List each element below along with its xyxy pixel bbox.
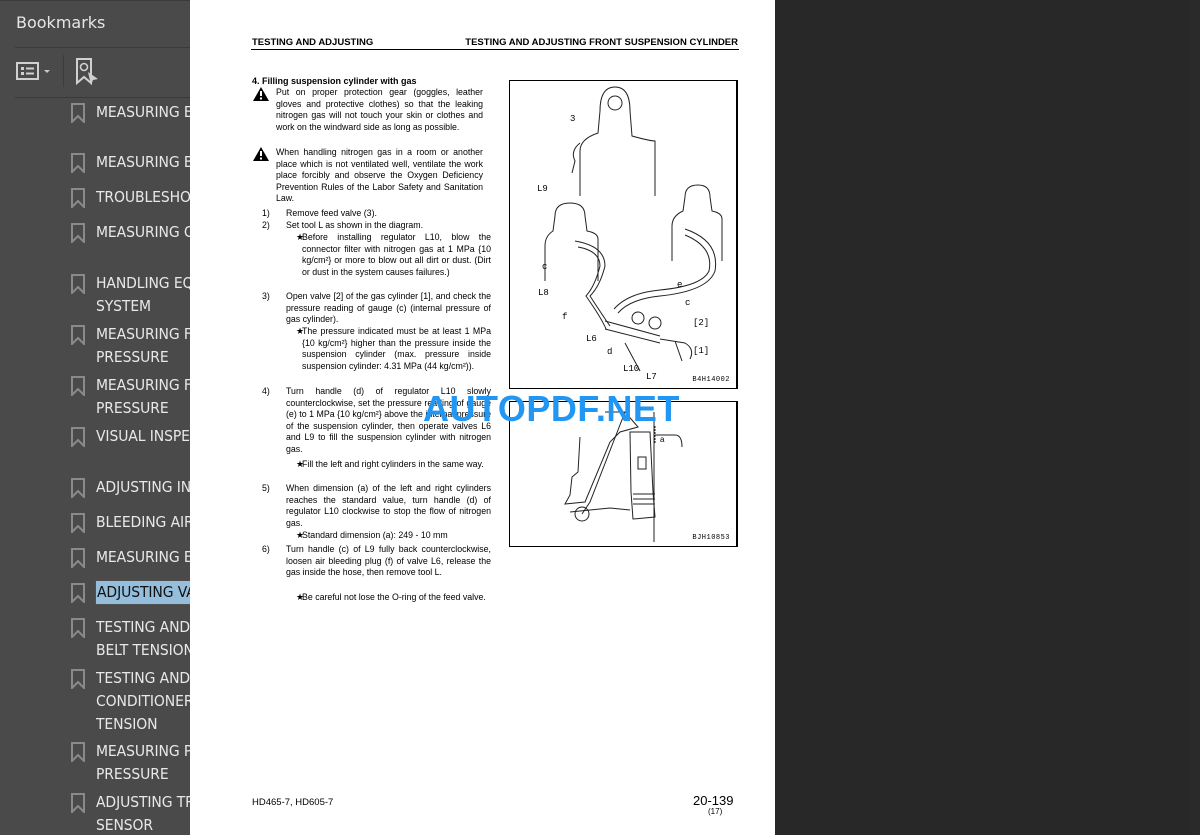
svg-text:c: c: [685, 298, 690, 308]
svg-text:d: d: [607, 347, 612, 357]
model-number: HD465-7, HD605-7: [252, 797, 334, 808]
viewer-edge: [1190, 0, 1200, 835]
svg-text:L10: L10: [623, 364, 639, 374]
svg-text:[2]: [2]: [693, 318, 709, 328]
svg-text:L9: L9: [537, 184, 548, 194]
step-text: Remove feed valve (3).: [286, 208, 377, 218]
step-text: Open valve [2] of the gas cylinder [1], …: [286, 291, 491, 325]
step-text: Standard dimension (a): 249 - 10 mm: [302, 530, 448, 540]
page-sub-number: (17): [708, 807, 723, 816]
bookmark-icon: [70, 223, 86, 245]
bookmark-icon: [70, 669, 86, 691]
panel-title: Bookmarks: [16, 13, 106, 32]
page-header-right: TESTING AND ADJUSTING FRONT SUSPENSION C…: [465, 37, 738, 48]
list-options-icon: [16, 62, 50, 80]
step-number: 3): [262, 291, 270, 301]
step-text: Fill the left and right cylinders in the…: [302, 459, 484, 469]
step-number: 5): [262, 483, 270, 493]
header-rule: [251, 49, 739, 50]
step-text: When dimension (a) of the left and right…: [286, 483, 491, 528]
svg-text:3: 3: [570, 114, 575, 124]
figure-code: BJH10853: [692, 534, 730, 542]
bookmark-icon: [70, 478, 86, 500]
step-text: Set tool L as shown in the diagram.: [286, 220, 424, 230]
warning-text: When handling nitrogen gas in a room or …: [276, 147, 483, 204]
warning-text: Put on proper protection gear (goggles, …: [276, 87, 483, 132]
step-text: Be careful not lose the O-ring of the fe…: [302, 592, 486, 602]
bookmark-icon: [70, 742, 86, 764]
warning-icon: [253, 87, 269, 101]
svg-text:L6: L6: [586, 334, 597, 344]
find-current-bookmark-button[interactable]: [74, 57, 102, 87]
step-text: Before installing regulator L10, blow th…: [302, 232, 491, 277]
svg-text:f: f: [562, 312, 567, 322]
bookmark-icon: [70, 153, 86, 175]
bookmark-icon: [70, 513, 86, 535]
svg-text:c: c: [542, 262, 547, 272]
bookmark-icon: [70, 188, 86, 210]
step-number: 6): [262, 544, 270, 554]
bookmark-icon: [70, 548, 86, 570]
svg-text:L8: L8: [538, 288, 549, 298]
page-header-left: TESTING AND ADJUSTING: [252, 37, 374, 48]
bookmark-icon: [70, 376, 86, 398]
step-number: 1): [262, 208, 270, 218]
bookmark-icon: [70, 103, 86, 125]
find-current-bookmark-icon: [76, 58, 98, 86]
list-options-button[interactable]: [16, 59, 56, 85]
figure-code: B4H14002: [692, 376, 730, 384]
svg-text:L7: L7: [646, 372, 657, 382]
pdf-viewer-app: Bookmarks MEASURING EXHAUST TEMPE: [0, 0, 1200, 835]
toolbar-separator: [63, 55, 64, 87]
figure-tool-setup: 3 L9 c L8 e c f [2] L6 d [1] L10 L7 B4H1…: [509, 80, 738, 389]
step-text: The pressure indicated must be at least …: [302, 326, 491, 371]
watermark: AUTOPDF.NET: [423, 388, 680, 429]
bookmark-icon: [70, 583, 86, 605]
figure-drawing: 3 L9 c L8 e c f [2] L6 d [1] L10 L7: [537, 86, 723, 382]
svg-text:[1]: [1]: [693, 346, 709, 356]
bookmark-icon: [70, 793, 86, 815]
section-title: 4. Filling suspension cylinder with gas: [252, 76, 417, 86]
bookmark-icon: [70, 618, 86, 640]
bookmark-icon: [70, 274, 86, 296]
page-number: 20-139: [693, 793, 734, 808]
warning-icon: [253, 147, 269, 161]
bookmark-icon: [70, 427, 86, 449]
step-number: 4): [262, 386, 270, 396]
bookmark-icon: [70, 325, 86, 347]
svg-text:e: e: [677, 280, 682, 290]
step-text: Turn handle (c) of L9 fully back counter…: [286, 544, 491, 578]
figure-label: a: [660, 435, 665, 444]
step-number: 2): [262, 220, 270, 230]
